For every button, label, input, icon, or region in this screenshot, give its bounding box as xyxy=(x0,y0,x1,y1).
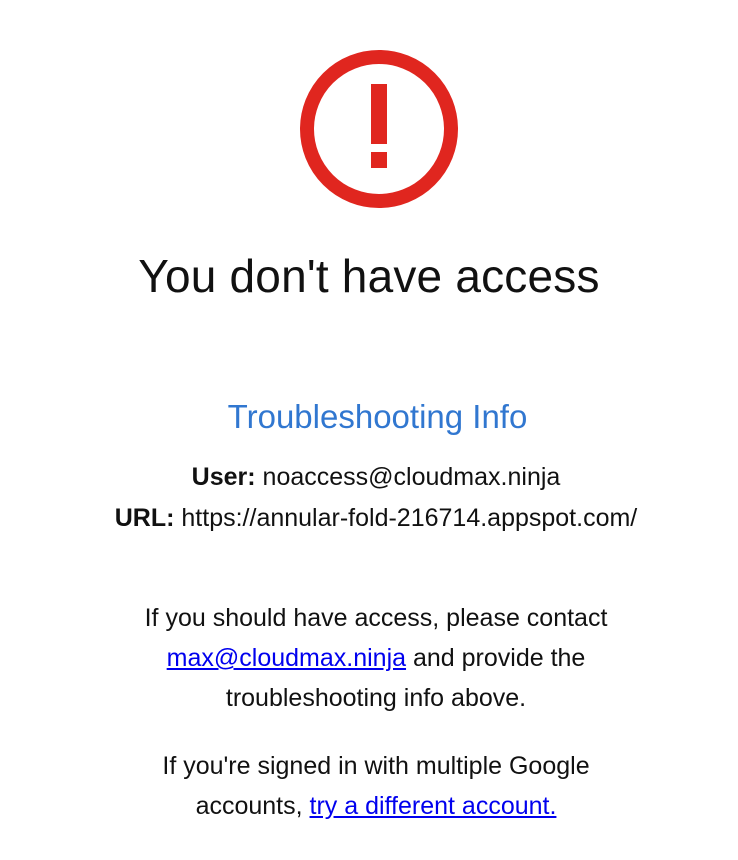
error-exclamation-icon xyxy=(298,48,460,210)
switch-account-paragraph: If you're signed in with multiple Google… xyxy=(0,746,738,826)
contact-line-1: If you should have access, please contac… xyxy=(144,604,608,632)
contact-line-2-text: and provide the xyxy=(412,644,586,672)
contact-email-link[interactable]: max@cloudmax.ninja xyxy=(167,644,406,672)
try-different-account-link[interactable]: try a different account. xyxy=(310,792,557,820)
user-info-line: User: noaccess@cloudmax.ninja xyxy=(0,461,738,493)
url-info-line: URL: https://annular-fold-216714.appspot… xyxy=(0,502,738,534)
contact-line-3: troubleshooting info above. xyxy=(225,684,527,712)
url-value: https://annular-fold-216714.appspot.com/ xyxy=(181,504,638,532)
switch-account-line-2-text: accounts, xyxy=(195,792,303,820)
troubleshooting-heading: Troubleshooting Info xyxy=(227,398,528,435)
user-value: noaccess@cloudmax.ninja xyxy=(262,463,561,491)
user-label: User: xyxy=(191,463,256,491)
switch-account-line-2: accounts, try a different account. xyxy=(0,786,738,826)
url-label: URL: xyxy=(114,504,175,532)
switch-account-line-1: If you're signed in with multiple Google xyxy=(162,752,590,780)
access-denied-page: You don't have access Troubleshooting In… xyxy=(0,0,738,860)
page-title: You don't have access xyxy=(138,250,600,302)
contact-line-2: max@cloudmax.ninja and provide the xyxy=(0,638,738,678)
contact-paragraph: If you should have access, please contac… xyxy=(0,598,738,718)
